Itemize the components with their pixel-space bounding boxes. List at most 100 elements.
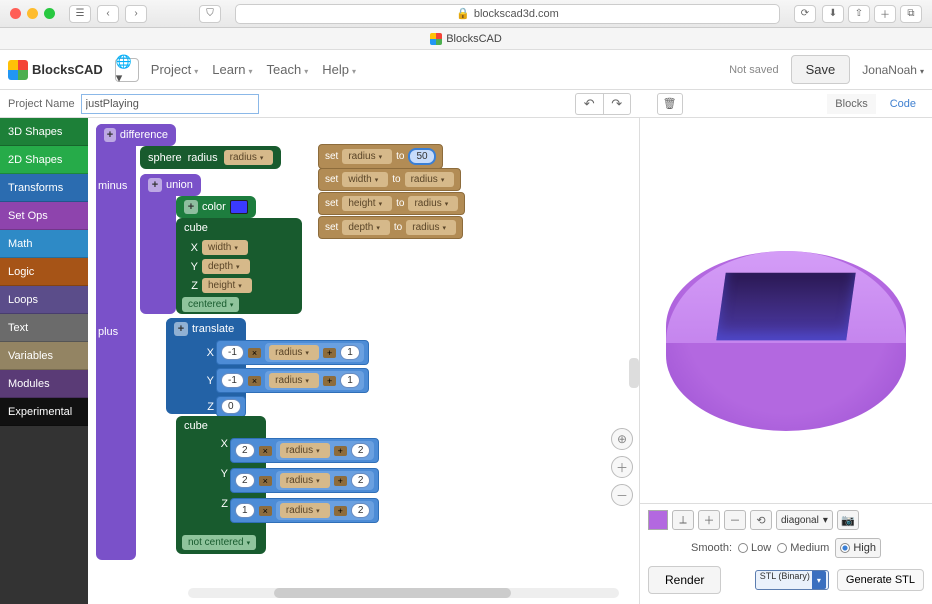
op-dropdown[interactable]: + <box>323 348 336 358</box>
op-dropdown[interactable]: × <box>248 376 261 386</box>
language-button[interactable]: 🌐▾ <box>115 58 139 82</box>
var-radius[interactable]: radius <box>269 373 319 388</box>
num-input[interactable]: 0 <box>221 399 241 414</box>
op-dropdown[interactable]: + <box>334 446 347 456</box>
cat-logic[interactable]: Logic <box>0 258 88 286</box>
cat-experimental[interactable]: Experimental <box>0 398 88 426</box>
block-set-height[interactable]: set height to radius <box>318 192 465 215</box>
var-height[interactable]: height <box>202 278 252 293</box>
math-expr[interactable]: 1×radius+2 <box>230 498 379 523</box>
zoom-out-icon[interactable]: － <box>724 510 746 530</box>
block-sphere[interactable]: sphere radius radius <box>140 146 281 169</box>
redo-button[interactable]: ↷ <box>603 93 631 115</box>
mutator-icon[interactable]: + <box>104 128 116 142</box>
menu-teach[interactable]: Teach <box>267 62 309 77</box>
num-input[interactable]: 50 <box>408 148 435 165</box>
var-radius[interactable]: radius <box>405 172 455 187</box>
close-icon[interactable] <box>10 8 21 19</box>
download-icon[interactable]: ⬇ <box>822 5 844 23</box>
num-input[interactable]: 2 <box>351 503 371 518</box>
centered-dropdown[interactable]: centered <box>182 297 239 312</box>
math-expr[interactable]: -1 × radius + 1 <box>216 340 369 365</box>
cat-set-ops[interactable]: Set Ops <box>0 202 88 230</box>
model-color-swatch[interactable] <box>648 510 668 530</box>
cat-2d-shapes[interactable]: 2D Shapes <box>0 146 88 174</box>
block-set-depth[interactable]: set depth to radius <box>318 216 463 239</box>
var-radius[interactable]: radius <box>224 150 274 165</box>
num-input[interactable]: 2 <box>351 473 371 488</box>
blocks-workspace[interactable]: +difference minus plus sphere radius rad… <box>88 118 640 604</box>
tab-code[interactable]: Code <box>882 94 924 114</box>
menu-help[interactable]: Help <box>322 62 356 77</box>
reader-icon[interactable]: ⟳ <box>794 5 816 23</box>
var-radius[interactable]: radius <box>280 473 330 488</box>
var-radius[interactable]: radius <box>408 196 458 211</box>
cat-math[interactable]: Math <box>0 230 88 258</box>
zoom-in-icon[interactable]: ＋ <box>611 456 633 478</box>
var-dropdown[interactable]: depth <box>342 220 390 235</box>
cat-loops[interactable]: Loops <box>0 286 88 314</box>
var-radius[interactable]: radius <box>280 503 330 518</box>
mutator-icon[interactable]: + <box>184 200 198 214</box>
render-button[interactable]: Render <box>648 566 721 594</box>
color-swatch[interactable] <box>230 200 248 214</box>
var-radius[interactable]: radius <box>280 443 330 458</box>
translate-x-row[interactable]: X -1 × radius + 1 <box>216 340 369 365</box>
op-dropdown[interactable]: × <box>248 348 261 358</box>
num-input[interactable]: 2 <box>235 473 255 488</box>
reset-view-icon[interactable]: ⟲ <box>750 510 772 530</box>
menu-learn[interactable]: Learn <box>212 62 252 77</box>
cat-variables[interactable]: Variables <box>0 342 88 370</box>
math-expr[interactable]: -1 × radius + 1 <box>216 368 369 393</box>
num-input[interactable]: -1 <box>221 345 244 360</box>
zoom-in-icon[interactable]: ＋ <box>698 510 720 530</box>
cat-transforms[interactable]: Transforms <box>0 174 88 202</box>
tabs-icon[interactable]: ⧉ <box>900 5 922 23</box>
num-input[interactable]: 1 <box>340 345 360 360</box>
shield-icon[interactable]: ⛉ <box>199 5 221 23</box>
op-dropdown[interactable]: × <box>259 476 272 486</box>
address-bar[interactable]: 🔒 blockscad3d.com <box>235 4 780 24</box>
resize-handle[interactable] <box>629 358 639 388</box>
user-menu[interactable]: JonaNoah <box>862 63 924 77</box>
app-logo[interactable]: BlocksCAD <box>8 60 103 80</box>
op-dropdown[interactable]: + <box>334 476 347 486</box>
op-dropdown[interactable]: + <box>323 376 336 386</box>
project-name-input[interactable] <box>81 94 259 114</box>
centered-dropdown[interactable]: not centered <box>182 535 256 550</box>
view-select[interactable]: diagonal▾ <box>776 510 833 530</box>
zoom-out-icon[interactable]: － <box>611 484 633 506</box>
num-input[interactable]: 2 <box>351 443 371 458</box>
num-input[interactable]: -1 <box>221 373 244 388</box>
smooth-high[interactable]: High <box>835 538 881 558</box>
var-width[interactable]: width <box>202 240 248 255</box>
smooth-low[interactable]: Low <box>738 542 771 554</box>
3d-viewport[interactable] <box>640 118 932 503</box>
generate-stl-button[interactable]: Generate STL <box>837 569 924 591</box>
var-dropdown[interactable]: height <box>342 196 392 211</box>
mutator-icon[interactable]: + <box>148 178 162 192</box>
new-tab-icon[interactable]: ＋ <box>874 5 896 23</box>
undo-button[interactable]: ↶ <box>575 93 603 115</box>
block-set-width[interactable]: set width to radius <box>318 168 461 191</box>
trash-button[interactable]: 🗑 <box>657 93 683 115</box>
horizontal-scrollbar[interactable] <box>188 588 619 598</box>
num-input[interactable]: 1 <box>340 373 360 388</box>
var-radius[interactable]: radius <box>269 345 319 360</box>
var-dropdown[interactable]: radius <box>342 149 392 164</box>
num-input[interactable]: 2 <box>235 443 255 458</box>
op-dropdown[interactable]: × <box>259 506 272 516</box>
var-depth[interactable]: depth <box>202 259 250 274</box>
menu-project[interactable]: Project <box>151 62 198 77</box>
browser-tab[interactable]: BlocksCAD <box>0 28 932 50</box>
camera-icon[interactable]: 📷 <box>837 510 859 530</box>
block-cube-1[interactable]: cube Xwidth Ydepth Zheight centered <box>176 218 302 314</box>
block-difference[interactable]: +difference <box>96 124 176 146</box>
op-dropdown[interactable]: + <box>334 506 347 516</box>
cat-modules[interactable]: Modules <box>0 370 88 398</box>
translate-y-row[interactable]: Y -1 × radius + 1 <box>216 368 369 393</box>
translate-z-row[interactable]: Z 0 <box>216 396 246 417</box>
math-expr[interactable]: 2 × radius +2 <box>230 468 379 493</box>
axes-toggle-icon[interactable]: ⟂ <box>672 510 694 530</box>
block-color[interactable]: +color <box>176 196 256 218</box>
